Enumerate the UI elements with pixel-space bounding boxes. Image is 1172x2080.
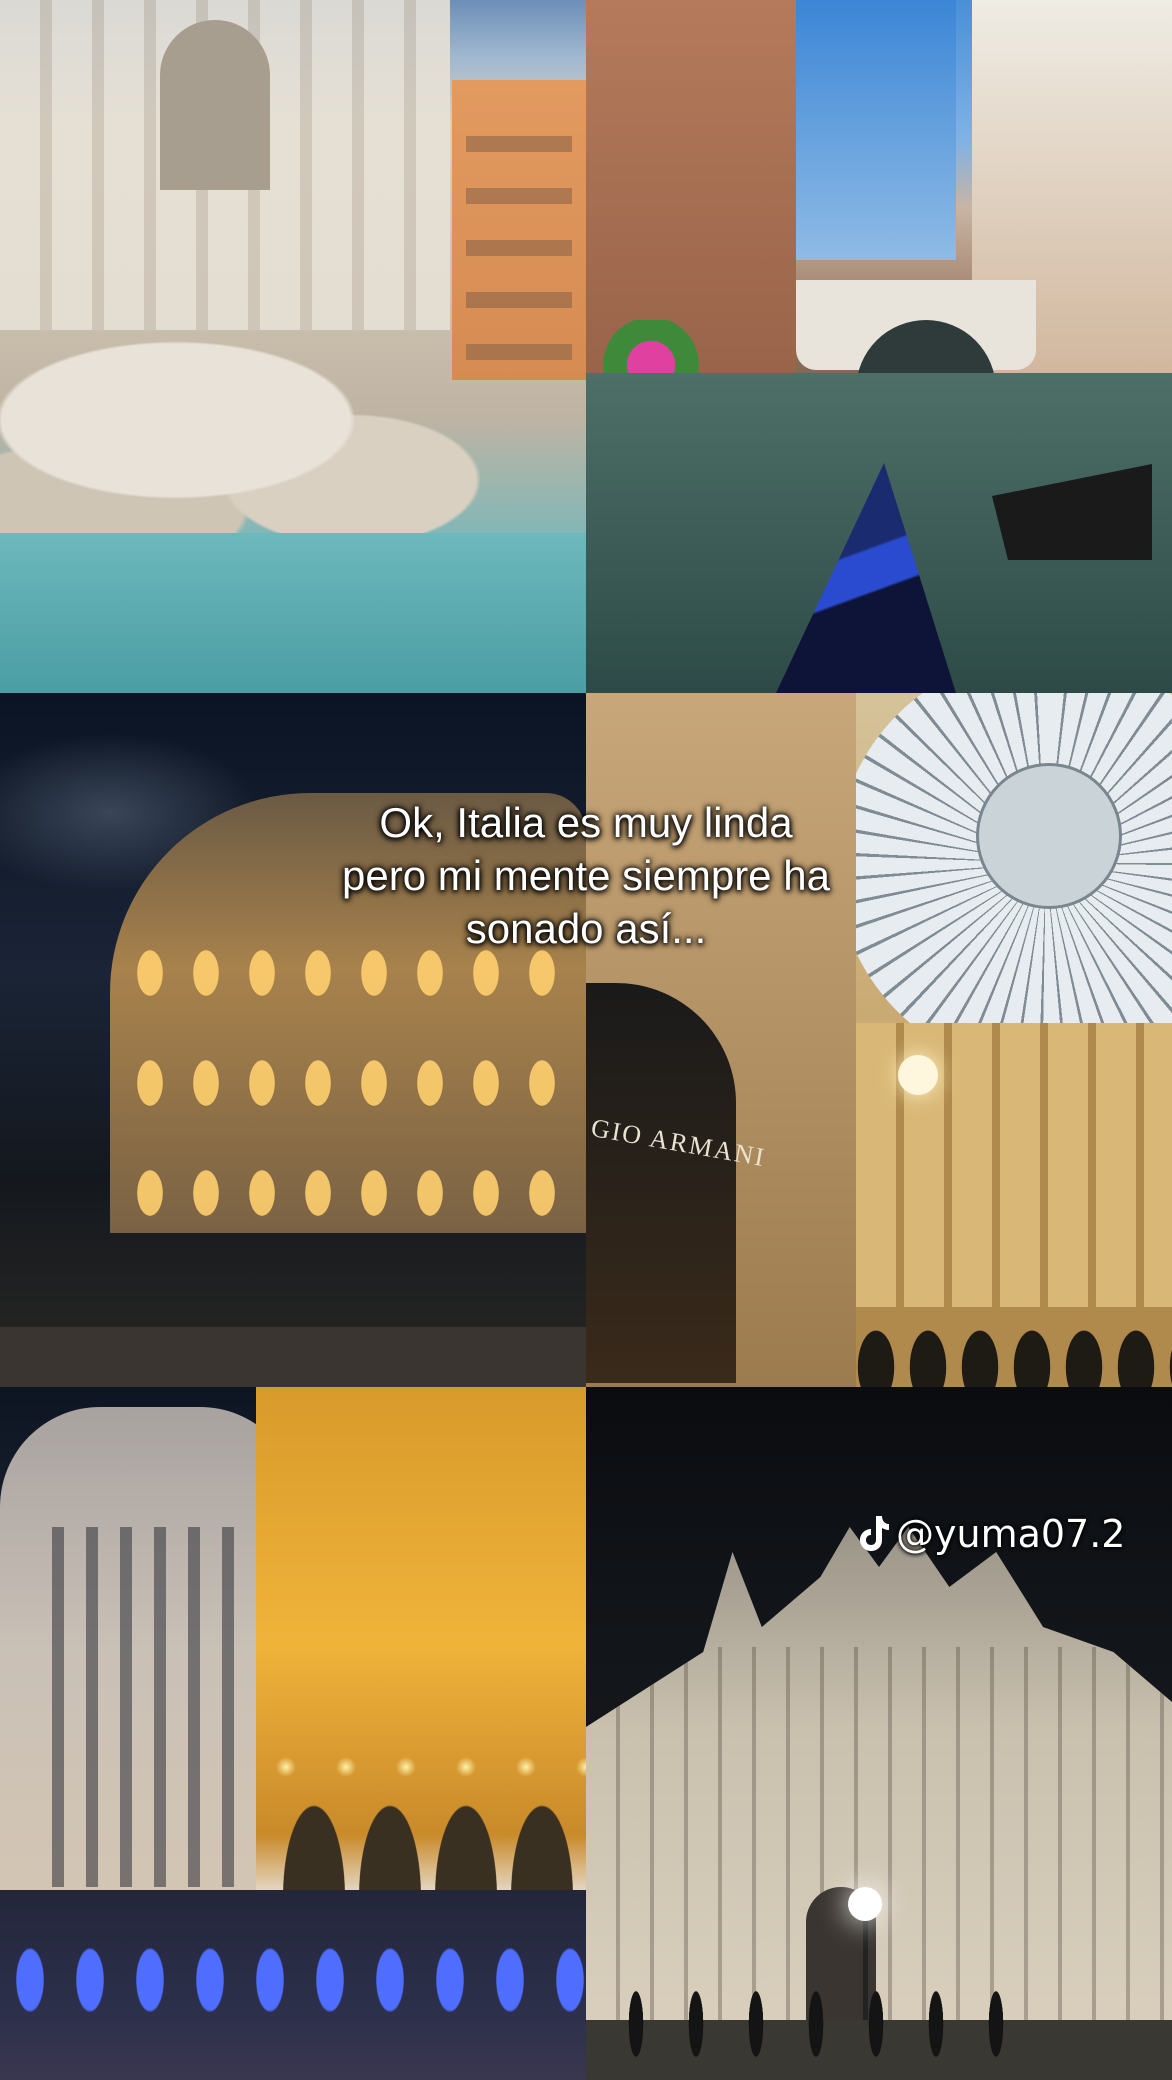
duomo-cathedral — [586, 1527, 1172, 2027]
photo-genoa-square-night — [0, 1387, 586, 2080]
photo-venice-canal — [586, 0, 1172, 693]
blue-fountains — [0, 1890, 586, 2080]
photo-milan-duomo-night — [586, 1387, 1172, 2080]
facade-arch — [160, 20, 270, 190]
store-doorway — [586, 983, 736, 1383]
galleria-shops — [856, 1307, 1172, 1387]
street-lamp — [898, 1055, 938, 1095]
street-lamp — [848, 1887, 882, 1921]
caption-line-3: sonado así... — [465, 905, 707, 952]
caption-line-1: Ok, Italia es muy linda — [379, 799, 793, 846]
caption-line-2: pero mi mente siempre ha — [342, 852, 830, 899]
tiktok-logo-icon — [858, 1514, 890, 1554]
fountain-water — [0, 533, 586, 693]
pedestrians — [626, 1980, 1026, 2060]
plaza — [0, 1327, 586, 1387]
photo-collage: GIO ARMANI — [0, 0, 1172, 2080]
watermark-handle: @yuma07.2 — [896, 1512, 1126, 1556]
photo-trevi-fountain — [0, 0, 586, 693]
caption-text: Ok, Italia es muy linda pero mi mente si… — [0, 796, 1172, 955]
sky — [786, 0, 956, 260]
tiktok-watermark: @yuma07.2 — [858, 1510, 1125, 1558]
canal-bridge — [796, 280, 1036, 390]
